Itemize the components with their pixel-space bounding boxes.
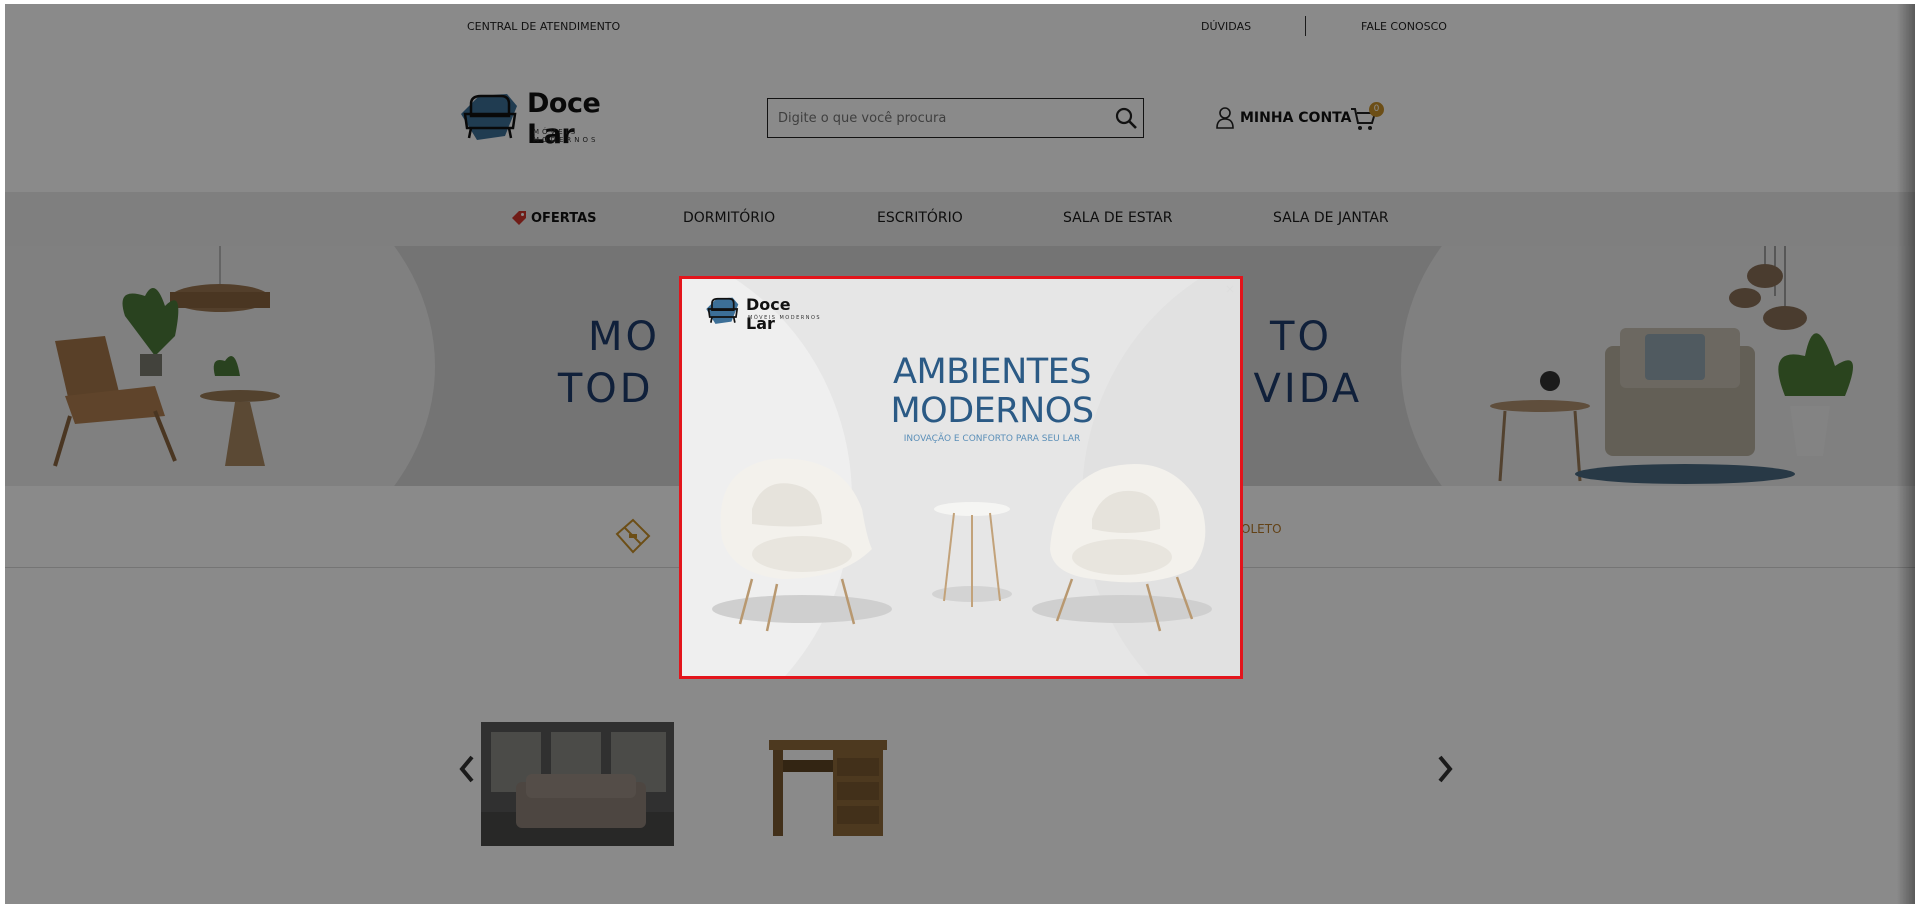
promo-modal[interactable]: × Doce Lar MÓVEIS MODERNOS AMBIENTES MOD…	[679, 276, 1243, 679]
modal-close-button[interactable]: ×	[1224, 283, 1236, 295]
modal-brand-tagline: MÓVEIS MODERNOS	[748, 315, 822, 321]
modal-title-line2: MODERNOS	[890, 391, 1094, 431]
modal-title-line1: AMBIENTES	[893, 352, 1091, 392]
modal-title: AMBIENTES MODERNOS	[682, 352, 1240, 431]
modal-logo: Doce Lar MÓVEIS MODERNOS	[704, 293, 824, 333]
page: CENTRAL DE ATENDIMENTO DÚVIDAS FALE CONO…	[5, 4, 1915, 904]
armchair-logo-icon	[706, 297, 739, 324]
armchairs-scene-image	[712, 458, 1212, 632]
modal-brand-name: Doce Lar	[746, 295, 791, 333]
